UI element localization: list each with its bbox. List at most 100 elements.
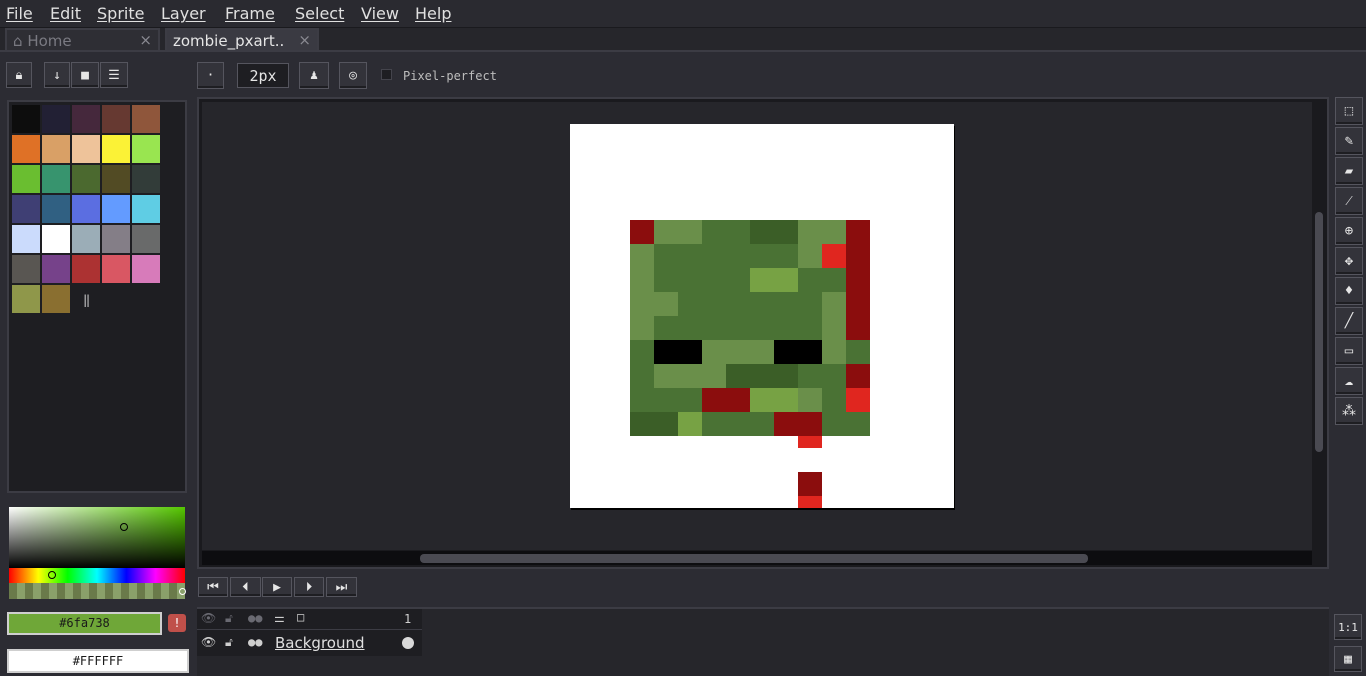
palette-down-button[interactable]: ↓ bbox=[44, 62, 70, 88]
palette-swatch[interactable] bbox=[101, 164, 131, 194]
frame-number[interactable]: 1 bbox=[404, 612, 411, 626]
palette-swatch[interactable] bbox=[11, 194, 41, 224]
contour-tool[interactable]: ☁ bbox=[1335, 367, 1363, 395]
palette-swatch[interactable] bbox=[101, 134, 131, 164]
palette-swatch[interactable] bbox=[11, 254, 41, 284]
palette-swatch[interactable] bbox=[41, 134, 71, 164]
cel-indicator[interactable] bbox=[402, 637, 414, 649]
close-icon[interactable]: × bbox=[298, 31, 311, 49]
palette-swatch[interactable] bbox=[41, 104, 71, 134]
zoom-tool[interactable]: ⊕ bbox=[1335, 217, 1363, 245]
palette-swatch[interactable] bbox=[131, 164, 161, 194]
layer-name[interactable]: Background bbox=[275, 634, 365, 652]
palette-menu-button[interactable]: ☰ bbox=[100, 62, 128, 88]
warning-icon[interactable]: ! bbox=[168, 614, 186, 632]
tab-home[interactable]: ⌂ Home × bbox=[5, 28, 160, 52]
hue-cursor[interactable] bbox=[48, 571, 56, 579]
palette-swatch[interactable] bbox=[11, 284, 41, 314]
eraser-tool[interactable]: ▰ bbox=[1335, 157, 1363, 185]
last-frame-icon: ⏭ bbox=[335, 579, 348, 595]
palette-swatch[interactable] bbox=[71, 134, 101, 164]
line-tool[interactable]: ╱ bbox=[1335, 307, 1363, 335]
color-spectrum[interactable] bbox=[9, 507, 185, 568]
hue-slider[interactable] bbox=[9, 568, 185, 583]
fill-tool[interactable]: ♦ bbox=[1335, 277, 1363, 305]
menu-file[interactable]: File bbox=[6, 4, 33, 23]
palette-swatch[interactable] bbox=[41, 284, 71, 314]
foreground-color-button[interactable]: #6fa738 bbox=[7, 612, 162, 635]
close-icon[interactable]: × bbox=[139, 31, 152, 49]
lock-layer-icon[interactable]: 🔓︎ bbox=[225, 635, 233, 650]
palette-resize-handle[interactable]: ‖ bbox=[83, 293, 90, 307]
palette-swatch[interactable] bbox=[131, 194, 161, 224]
continuous-layer-icon[interactable]: ●● bbox=[248, 635, 262, 649]
dynamics-button[interactable]: ◎ bbox=[339, 62, 367, 89]
palette-swatch[interactable] bbox=[71, 164, 101, 194]
palette-swatch[interactable] bbox=[71, 254, 101, 284]
palette-swatch[interactable] bbox=[131, 254, 161, 284]
palette-swatch[interactable] bbox=[131, 224, 161, 254]
tab-zombie-pxart[interactable]: zombie_pxart.. × bbox=[165, 28, 319, 52]
filmstrip-button[interactable]: ▦ bbox=[1334, 646, 1362, 672]
brush-type-button[interactable]: · bbox=[197, 62, 224, 89]
next-frame-button[interactable]: ⏵ bbox=[294, 577, 324, 597]
filmstrip-icon: ▦ bbox=[1344, 651, 1352, 667]
new-frame-icon[interactable]: □ bbox=[297, 610, 304, 624]
pencil-icon: ✎ bbox=[1344, 133, 1354, 149]
prev-frame-button[interactable]: ⏴ bbox=[230, 577, 261, 597]
palette-swatch[interactable] bbox=[11, 164, 41, 194]
vertical-scroll-thumb[interactable] bbox=[1315, 212, 1323, 452]
lock-palette-button[interactable]: 🔒︎ bbox=[6, 62, 32, 88]
palette-swatch[interactable] bbox=[101, 254, 131, 284]
first-frame-button[interactable]: ⏮ bbox=[198, 577, 228, 597]
eye-icon[interactable]: 👁︎ bbox=[201, 611, 216, 625]
ink-button[interactable]: ♟ bbox=[299, 62, 329, 89]
padlock-icon[interactable]: 🔓︎ bbox=[225, 611, 233, 626]
palette-swatch[interactable] bbox=[41, 194, 71, 224]
palette-swatch[interactable] bbox=[11, 104, 41, 134]
palette-swatch[interactable] bbox=[11, 134, 41, 164]
palette-swatch[interactable] bbox=[131, 104, 161, 134]
eyedropper-tool[interactable]: ⁄ bbox=[1335, 187, 1363, 215]
alpha-slider[interactable] bbox=[9, 583, 186, 599]
palette-swatch[interactable] bbox=[41, 254, 71, 284]
pixel-perfect-checkbox[interactable] bbox=[381, 69, 392, 80]
menu-view[interactable]: View bbox=[361, 4, 399, 23]
palette-swatch[interactable] bbox=[101, 104, 131, 134]
menu-frame[interactable]: Frame bbox=[225, 4, 275, 23]
layer-row-background[interactable]: 👁︎ 🔓︎ ●● Background bbox=[197, 630, 422, 656]
spectrum-cursor[interactable] bbox=[120, 523, 128, 531]
palette-swatch[interactable] bbox=[71, 224, 101, 254]
blur-tool[interactable]: ⁂ bbox=[1335, 397, 1363, 425]
palette-swatch[interactable] bbox=[71, 104, 101, 134]
menu-select[interactable]: Select bbox=[295, 4, 344, 23]
alpha-cursor[interactable] bbox=[179, 588, 186, 595]
layer-options-icon[interactable]: ⚌ bbox=[274, 611, 285, 625]
play-button[interactable]: ▶ bbox=[262, 577, 292, 597]
palette-save-button[interactable]: ■ bbox=[71, 62, 99, 88]
menu-help[interactable]: Help bbox=[415, 4, 451, 23]
menu-layer[interactable]: Layer bbox=[161, 4, 206, 23]
sprite-canvas[interactable] bbox=[570, 124, 954, 508]
palette-swatch[interactable] bbox=[101, 194, 131, 224]
pencil-tool[interactable]: ✎ bbox=[1335, 127, 1363, 155]
move-tool[interactable]: ✥ bbox=[1335, 247, 1363, 275]
palette-swatch[interactable] bbox=[131, 134, 161, 164]
zoom-reset-button[interactable]: 1:1 bbox=[1334, 614, 1362, 640]
horizontal-scroll-thumb[interactable] bbox=[420, 554, 1088, 563]
menu-edit[interactable]: Edit bbox=[50, 4, 81, 23]
background-color-button[interactable]: #FFFFFF bbox=[7, 649, 189, 673]
menu-sprite[interactable]: Sprite bbox=[97, 4, 144, 23]
palette-swatch[interactable] bbox=[11, 224, 41, 254]
rectangle-tool[interactable]: ▭ bbox=[1335, 337, 1363, 365]
visibility-icon[interactable]: 👁︎ bbox=[201, 635, 216, 649]
marquee-tool[interactable]: ⬚ bbox=[1335, 97, 1363, 125]
palette-swatch[interactable] bbox=[41, 224, 71, 254]
brush-size-input[interactable]: 2px bbox=[237, 63, 289, 88]
palette-swatch[interactable] bbox=[101, 224, 131, 254]
last-frame-button[interactable]: ⏭ bbox=[326, 577, 357, 597]
palette-swatch[interactable] bbox=[71, 194, 101, 224]
palette-swatch[interactable] bbox=[41, 164, 71, 194]
app-window: File Edit Sprite Layer Frame Select View… bbox=[0, 0, 1366, 676]
continuous-icon[interactable]: ●● bbox=[248, 611, 262, 625]
